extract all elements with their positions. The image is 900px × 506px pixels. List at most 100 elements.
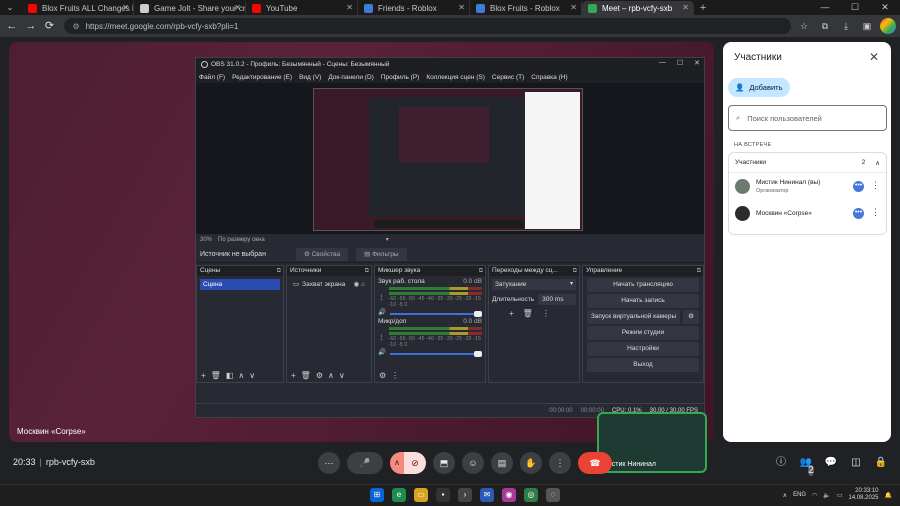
browser-tab[interactable]: Game Jolt - Share your creations✕ xyxy=(134,1,246,15)
add-transition-icon[interactable]: + xyxy=(509,309,514,318)
move-down-icon[interactable]: ∨ xyxy=(249,371,255,380)
chat-icon[interactable]: 💬 xyxy=(824,456,838,470)
scene-item[interactable]: Сцена xyxy=(200,279,280,290)
raise-hand-icon[interactable]: ✋ xyxy=(520,452,542,474)
camera-off-icon[interactable]: ⊘ xyxy=(404,452,426,474)
participant-more-icon[interactable]: ⋮ xyxy=(871,180,880,191)
tab-close-icon[interactable]: ✕ xyxy=(682,3,689,12)
terminal-icon[interactable]: › xyxy=(458,488,472,502)
transition-select[interactable]: Затухание xyxy=(492,279,576,290)
remove-transition-icon[interactable]: 🗑 xyxy=(523,309,533,318)
mixer-settings-icon[interactable]: ⚙ xyxy=(379,371,386,380)
obs-maximize-icon[interactable]: ☐ xyxy=(677,59,683,67)
obs-menu-item[interactable]: Сервис (T) xyxy=(492,74,524,81)
start-recording-button[interactable]: Начать запись xyxy=(587,294,699,308)
camera-button[interactable]: ∧ ⊘ xyxy=(390,452,426,474)
close-panel-icon[interactable]: ✕ xyxy=(869,50,879,64)
browser-tab[interactable]: YouTube ✕ xyxy=(246,1,358,15)
chevron-up-icon[interactable]: ∧ xyxy=(875,159,880,167)
zoom-dropdown-icon[interactable]: ▾ xyxy=(386,236,389,243)
volume-slider[interactable] xyxy=(390,310,482,317)
explorer-icon[interactable]: ▭ xyxy=(414,488,428,502)
lock-icon[interactable]: 🔒 xyxy=(874,456,888,470)
browser-tab[interactable]: Meet – rpb-vcfy-sxb ✕ xyxy=(582,1,694,15)
captions-icon[interactable]: ▤ xyxy=(491,452,513,474)
group-header[interactable]: Участники 2 ∧ xyxy=(729,153,886,173)
back-button[interactable]: ← xyxy=(4,18,20,34)
source-up-icon[interactable]: ∧ xyxy=(328,371,334,380)
move-up-icon[interactable]: ∧ xyxy=(238,371,244,380)
more-options-icon[interactable]: ⋮ xyxy=(549,452,571,474)
transition-menu-icon[interactable]: ⋮ xyxy=(542,309,550,318)
battery-icon[interactable]: ▭ xyxy=(837,492,843,499)
add-source-icon[interactable]: + xyxy=(291,371,296,380)
remove-scene-icon[interactable]: 🗑 xyxy=(211,371,221,380)
app-icon[interactable]: ▪ xyxy=(436,488,450,502)
leave-call-button[interactable]: ☎ xyxy=(578,452,612,474)
language-indicator[interactable]: ENG xyxy=(793,492,806,498)
tab-close-icon[interactable]: ✕ xyxy=(458,3,465,12)
site-info-icon[interactable]: ⚙ xyxy=(72,22,79,31)
taskbar-clock[interactable]: 20:33:10 14.08.2025 xyxy=(848,488,878,502)
exit-button[interactable]: Выход xyxy=(587,358,699,372)
maximize-icon[interactable]: ☐ xyxy=(840,0,870,15)
chrome-icon[interactable]: ◎ xyxy=(524,488,538,502)
self-video-tile[interactable]: Мистик Нининал xyxy=(597,412,707,473)
profile-avatar[interactable] xyxy=(880,18,896,34)
obs-menu-item[interactable]: Профиль (P) xyxy=(381,74,420,81)
participant-row[interactable]: Мистик Нининал (вы) Организатор ••• ⋮ xyxy=(729,173,886,200)
properties-button[interactable]: ⚙ Свойства xyxy=(295,247,349,261)
participant-row[interactable]: Москвин «Corpse» ••• ⋮ xyxy=(729,200,886,227)
speaker-icon[interactable]: 🔊 xyxy=(378,308,386,316)
settings-button[interactable]: Настройки xyxy=(587,342,699,356)
side-panel-icon[interactable]: ▣ xyxy=(859,18,875,34)
tab-close-icon[interactable]: ✕ xyxy=(570,3,577,12)
source-down-icon[interactable]: ∨ xyxy=(339,371,345,380)
start-icon[interactable]: ⊞ xyxy=(370,488,384,502)
source-item[interactable]: ▭ Захват экрана ◉ ⌂ xyxy=(290,279,368,290)
tab-close-icon[interactable]: ✕ xyxy=(234,3,241,12)
virtual-camera-button[interactable]: Запуск виртуальной камеры xyxy=(587,310,680,324)
obs-menu-item[interactable]: Вид (V) xyxy=(299,74,321,81)
add-people-button[interactable]: 👤 Добавить xyxy=(728,78,790,97)
add-scene-icon[interactable]: + xyxy=(201,371,206,380)
visibility-eye-icon[interactable]: ◉ ⌂ xyxy=(354,279,365,290)
channel-menu-icon[interactable]: ⋮ xyxy=(378,333,385,341)
browser-tab[interactable]: Friends - Roblox ✕ xyxy=(358,1,470,15)
people-icon[interactable]: 👥2 xyxy=(799,456,814,476)
obs-minimize-icon[interactable]: — xyxy=(659,59,666,67)
obs-close-icon[interactable]: ✕ xyxy=(694,59,700,67)
reload-button[interactable]: ⟳ xyxy=(42,18,58,34)
search-users-input[interactable]: ⌕ Поиск пользователей xyxy=(728,105,887,131)
camera-options-icon[interactable]: ∧ xyxy=(390,452,404,474)
tab-search-icon[interactable]: ⌄ xyxy=(4,2,16,14)
studio-mode-button[interactable]: Режим студии xyxy=(587,326,699,340)
obs-icon[interactable]: ◌ xyxy=(546,488,560,502)
close-icon[interactable]: ✕ xyxy=(870,0,900,15)
filters-button[interactable]: ▤ Фильтры xyxy=(356,247,407,261)
present-screen-icon[interactable]: ⬒ xyxy=(433,452,455,474)
start-stream-button[interactable]: Начать трансляцию xyxy=(587,278,699,292)
dock-float-icon[interactable]: ⧉ xyxy=(277,266,281,276)
bookmark-star-icon[interactable]: ☆ xyxy=(796,18,812,34)
source-settings-icon[interactable]: ⚙ xyxy=(316,371,323,380)
mic-button[interactable]: 🎤 xyxy=(347,452,383,474)
browser-tab[interactable]: Blox Fruits - Roblox ✕ xyxy=(470,1,582,15)
info-icon[interactable]: ⓘ xyxy=(774,456,788,470)
speaker-icon[interactable]: 🔊 xyxy=(378,348,386,356)
participant-more-icon[interactable]: ⋮ xyxy=(871,207,880,218)
channel-menu-icon[interactable]: ⋮ xyxy=(378,293,385,301)
extensions-icon[interactable]: ⧉ xyxy=(817,18,833,34)
more-audio-icon[interactable]: ⋯ xyxy=(318,452,340,474)
mixer-menu-icon[interactable]: ⋮ xyxy=(391,371,399,380)
obs-menu-item[interactable]: Док-панели (D) xyxy=(328,74,373,81)
discord-icon[interactable]: ◉ xyxy=(502,488,516,502)
obs-menu-item[interactable]: Редактирование (E) xyxy=(232,74,292,81)
new-tab-button[interactable]: + xyxy=(694,1,712,15)
tab-close-icon[interactable]: ✕ xyxy=(346,3,353,12)
activities-icon[interactable]: ◫ xyxy=(849,456,863,470)
obs-menu-item[interactable]: Коллекция сцен (S) xyxy=(426,74,485,81)
remove-source-icon[interactable]: 🗑 xyxy=(301,371,311,380)
forward-button[interactable]: → xyxy=(23,18,39,34)
emoji-icon[interactable]: ☺ xyxy=(462,452,484,474)
